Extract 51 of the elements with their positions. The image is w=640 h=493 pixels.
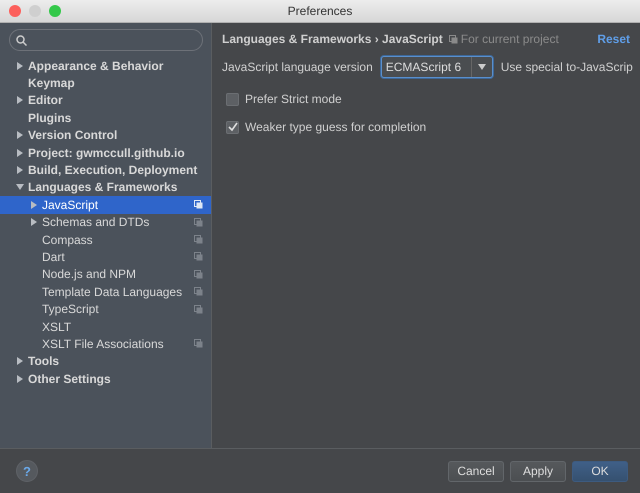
checkbox[interactable]	[226, 120, 239, 134]
tree-item[interactable]: Template Data Languages	[0, 283, 211, 300]
collapsed-arrow-icon[interactable]	[16, 374, 24, 383]
field-label: JavaScript language version	[222, 60, 373, 74]
expanded-arrow-icon[interactable]	[16, 183, 24, 192]
tree-item[interactable]: Editor	[0, 92, 211, 110]
tree-item[interactable]: Node.js and NPM	[0, 266, 211, 284]
tree-item[interactable]: XSLT File Associations	[0, 335, 211, 353]
dialog-button[interactable]: OK	[572, 460, 628, 482]
dialog-button[interactable]: Apply	[510, 460, 566, 482]
tree-item[interactable]: Keymap	[0, 74, 211, 92]
search-icon	[16, 34, 27, 46]
option-label: Use special to-JavaScrip	[500, 60, 633, 74]
version-dropdown[interactable]: ECMAScript 6	[380, 56, 493, 78]
collapsed-arrow-icon[interactable]	[30, 200, 38, 209]
dialog-button[interactable]: Cancel	[448, 460, 504, 482]
tree-item[interactable]: Version Control	[0, 126, 211, 144]
tree-item[interactable]: XSLT	[0, 318, 211, 336]
tree-item[interactable]: Languages & Frameworks	[0, 178, 211, 196]
window-title: Preferences	[288, 4, 352, 18]
tree-item[interactable]: Compass	[0, 230, 211, 248]
checkbox-label: Prefer Strict mode	[245, 92, 342, 106]
tree-item[interactable]: TypeScript	[0, 300, 211, 318]
tree-item[interactable]: Tools	[0, 352, 211, 370]
help-button[interactable]: ?	[16, 460, 38, 482]
search-field[interactable]	[9, 29, 203, 51]
scope-label: For current project	[460, 32, 559, 46]
checkbox-label: Weaker type guess for completion	[245, 120, 426, 134]
checkmark-icon	[228, 122, 238, 132]
close-button[interactable]	[9, 5, 21, 17]
checkbox[interactable]	[226, 92, 239, 106]
tree-item[interactable]: JavaScript	[0, 196, 211, 214]
collapsed-arrow-icon[interactable]	[16, 357, 24, 366]
collapsed-arrow-icon[interactable]	[16, 148, 24, 157]
tree-item[interactable]: Dart	[0, 248, 211, 266]
copy-icon	[448, 34, 458, 44]
tree-item[interactable]: Project: gwmccull.github.io	[0, 144, 211, 162]
dropdown-arrow-icon	[478, 64, 486, 70]
tree-item[interactable]: Schemas and DTDs	[0, 214, 211, 231]
collapsed-arrow-icon[interactable]	[16, 131, 24, 140]
reset-link[interactable]: Reset	[597, 32, 630, 46]
copy-icon	[194, 339, 203, 348]
collapsed-arrow-icon[interactable]	[30, 218, 38, 226]
collapsed-arrow-icon[interactable]	[16, 96, 24, 104]
tree-item[interactable]: Appearance & Behavior	[0, 57, 211, 74]
tree-item[interactable]: Other Settings	[0, 370, 211, 388]
collapsed-arrow-icon[interactable]	[16, 62, 24, 70]
tree-item[interactable]: Build, Execution, Deployment	[0, 161, 211, 179]
collapsed-arrow-icon[interactable]	[16, 166, 24, 174]
breadcrumb: Languages & Frameworks › JavaScript	[222, 32, 443, 46]
tree-item[interactable]: Plugins	[0, 109, 211, 127]
